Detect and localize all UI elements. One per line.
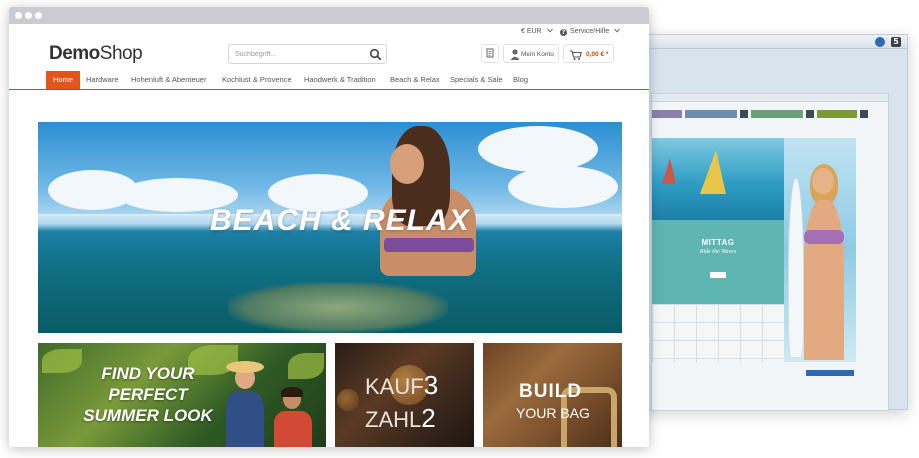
teal-body-text [662,259,774,263]
teaser-summer-text: FIND YOUR PERFECT SUMMER LOOK [78,363,218,426]
close-icon[interactable]: 5 [891,37,901,47]
teal-button[interactable] [710,272,726,278]
surfboard-shape [788,178,804,358]
currency-switcher[interactable]: € EUR [521,28,553,36]
bag-line1: BUILD [519,381,583,402]
backend-tab[interactable] [652,110,682,118]
shopware-logo-icon [875,37,885,47]
search-input[interactable] [235,48,365,61]
nav-item-handwerk[interactable]: Handwerk & Tradition [304,71,376,89]
backend-window: 5 MITTAG Ride the Waves [620,34,908,411]
hat-shape [226,361,264,373]
underwater-rocks [228,282,448,333]
account-button[interactable]: Mein Konto [503,44,559,63]
backend-tab[interactable] [685,110,737,118]
cart-icon [570,50,582,60]
zahl-row: ZAHL2 [365,405,436,433]
backend-titlebar: 5 [621,35,907,49]
notepad-icon [486,48,494,58]
search-box [228,44,387,64]
logo-demo: Demo [49,43,100,64]
cart-button[interactable]: 0,00 € * [563,44,614,63]
account-label: Mein Konto [521,51,554,58]
nav-item-hardware[interactable]: Hardware [86,71,119,89]
bag-line2: YOUR BAG [516,405,590,421]
shop-browser-window: € EUR ? Service/Hilfe DemoShop Mein Kont… [9,7,649,447]
nav-item-specials[interactable]: Specials & Sale [450,71,503,89]
backend-save-button[interactable] [806,370,854,376]
window-dot-icon[interactable] [15,12,22,19]
screenshot-stage: 5 MITTAG Ride the Waves € EUR ? Service/… [0,0,919,458]
man-red-shirt [274,387,312,447]
cloud-shape [508,166,618,208]
head-shape [812,168,834,194]
user-icon [510,49,520,60]
sail-shape [700,150,726,194]
backend-tab[interactable] [817,110,857,118]
shirt-shape [226,391,264,447]
kauf-number: 3 [423,370,439,400]
summer-line3: SUMMER LOOK [83,406,213,425]
kauf-row: KAUF3 [365,372,438,400]
backend-toolbar [652,94,888,102]
leaf-shape [288,353,324,379]
backend-editor: MITTAG Ride the Waves [651,93,889,411]
window-dot-icon[interactable] [25,12,32,19]
backend-tab[interactable] [751,110,803,118]
currency-label: € EUR [521,28,542,35]
leaf-shape [42,349,82,373]
bikini-shape [804,230,844,244]
teal-subtitle: Ride the Waves [699,249,737,255]
emotion-canvas: MITTAG Ride the Waves [652,138,856,362]
windsurf-image [652,138,784,220]
nav-item-hohenluft[interactable]: Hohenluft & Abenteuer [131,71,206,89]
teaser-summer-look[interactable]: FIND YOUR PERFECT SUMMER LOOK [38,343,326,447]
nav-item-home[interactable]: Home [46,71,81,89]
question-circle-icon: ? [560,29,567,36]
backend-tab[interactable] [806,110,814,118]
layout-grid [652,304,784,362]
teal-text-block: MITTAG Ride the Waves [652,220,784,304]
service-label: Service/Hilfe [569,28,610,35]
chevron-down-icon [614,28,621,33]
zahl-number: 2 [421,403,436,433]
woman-with-hat [224,361,266,447]
backend-tab[interactable] [860,110,868,118]
backend-tab[interactable] [740,110,748,118]
summer-line2: PERFECT [108,385,188,404]
cloud-shape [478,126,598,172]
notepad-button[interactable] [481,44,499,63]
bikini-shape [384,238,474,252]
kauf-word: KAUF [365,374,424,399]
hair-shape [281,387,303,397]
top-bar: € EUR ? Service/Hilfe [9,24,649,40]
sail-shape [662,158,676,184]
teal-title: MITTAG [701,238,735,247]
hero-title: BEACH & RELAX [210,204,470,237]
shop-logo[interactable]: DemoShop [49,43,143,65]
body-shape [804,200,844,360]
zahl-word: ZAHL [365,407,422,432]
backend-tabs [652,110,880,120]
teaser-kauf-zahl[interactable]: KAUF3 ZAHL2 [335,343,474,447]
nav-item-kochlust[interactable]: Kochlust & Provence [222,71,292,89]
chevron-down-icon [546,28,553,33]
cart-amount: 0,00 € * [586,51,609,58]
nav-item-beach[interactable]: Beach & Relax [390,71,440,89]
coin-shape [337,389,359,411]
summer-line1: FIND YOUR [101,364,195,383]
face-shape [390,144,424,184]
hero-banner[interactable]: BEACH & RELAX [38,122,622,333]
browser-titlebar [9,7,649,24]
service-menu[interactable]: ? Service/Hilfe [560,28,621,36]
surfer-woman-image [784,138,856,362]
main-navigation: Home Hardware Hohenluft & Abenteuer Koch… [9,71,649,90]
teaser-build-bag[interactable]: BUILD YOUR BAG [483,343,622,447]
window-dot-icon[interactable] [35,12,42,19]
woman-in-water [376,126,480,276]
logo-shop: Shop [99,43,143,64]
nav-item-blog[interactable]: Blog [513,71,528,89]
shirt-shape [274,411,312,447]
search-icon[interactable] [369,48,382,61]
